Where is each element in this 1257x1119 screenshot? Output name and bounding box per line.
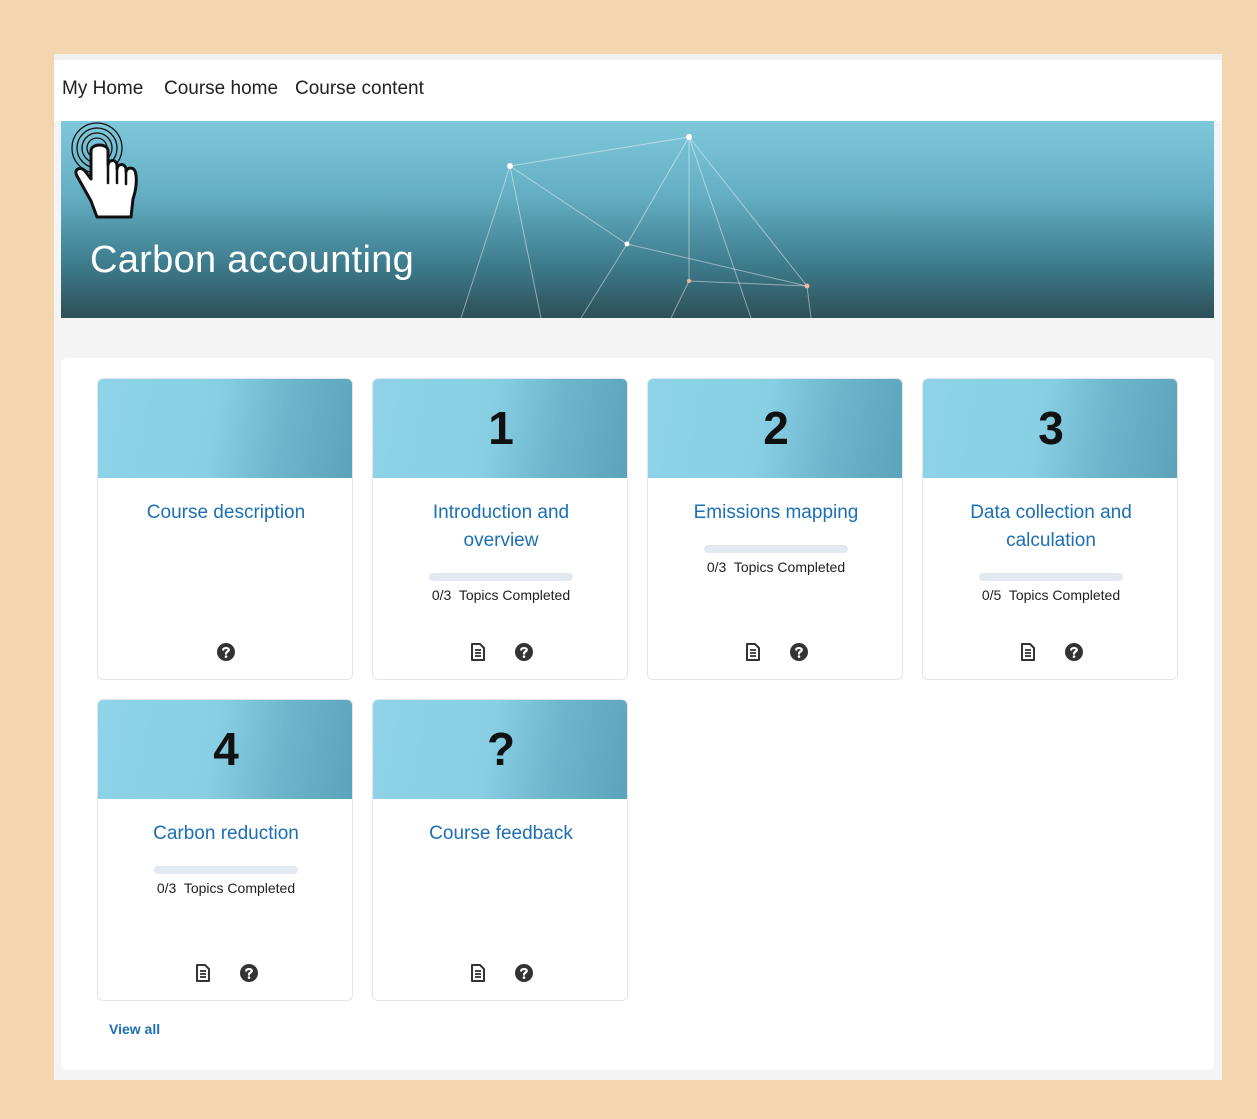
card-title-line[interactable]: calculation [943,527,1159,555]
help-icon[interactable] [1064,642,1084,662]
card-icon-row [373,963,627,985]
card-title-line[interactable]: Data collection and [943,499,1159,527]
card-image[interactable] [98,379,352,478]
card-image[interactable]: ? [373,700,627,799]
card-icon-row [923,642,1177,664]
card-title-link[interactable]: Course description [118,499,334,527]
card-icon-row [98,963,352,985]
module-card[interactable]: ? Course feedback [372,699,628,1001]
document-icon[interactable] [1018,642,1038,662]
progress-text: 0/3 Topics Completed [156,880,296,896]
card-title-link[interactable]: Data collection and calculation [943,499,1159,555]
nav-course-content[interactable]: Course content [295,78,424,100]
course-title: Carbon accounting [90,239,415,281]
course-banner: Carbon accounting [61,121,1214,318]
card-number: 2 [763,402,789,454]
module-card[interactable]: 2 Emissions mapping 0/3 Topics Completed [647,378,903,680]
card-image[interactable]: 2 [648,379,902,478]
card-title-link[interactable]: Introduction and overview [393,499,609,555]
app-frame: My Home Course home Course content Carbo… [54,54,1222,1080]
module-card[interactable]: Course description [97,378,353,680]
card-title-line[interactable]: Course feedback [393,820,609,848]
progress-text: 0/5 Topics Completed [981,587,1121,603]
help-icon[interactable] [514,642,534,662]
pointer-hand-icon [71,122,138,219]
card-image[interactable]: 1 [373,379,627,478]
card-title-link[interactable]: Course feedback [393,820,609,848]
content-panel: Course description 1 Introduction and overv… [61,358,1214,1070]
module-card[interactable]: 3 Data collection and calculation 0/5 Topic… [922,378,1178,680]
card-icon-row [98,642,352,664]
network-graphic [460,134,812,318]
document-icon[interactable] [468,642,488,662]
card-number: ? [486,723,516,775]
progress-bar [154,866,298,874]
help-icon[interactable] [239,963,259,983]
card-title-link[interactable]: Emissions mapping [668,499,884,527]
module-card[interactable]: 1 Introduction and overview 0/3 Topics Comp… [372,378,628,680]
view-all-link[interactable]: View all [109,1021,160,1037]
document-icon[interactable] [743,642,763,662]
card-title-line[interactable]: Carbon reduction [118,820,334,848]
document-icon[interactable] [468,963,488,983]
progress-text: 0/3 Topics Completed [706,559,846,575]
card-title-line[interactable]: Emissions mapping [668,499,884,527]
card-title-line[interactable]: Introduction and [393,499,609,527]
progress-bar [979,573,1123,581]
help-icon[interactable] [514,963,534,983]
module-card[interactable]: 4 Carbon reduction 0/3 Topics Completed [97,699,353,1001]
card-image[interactable]: 3 [923,379,1177,478]
card-icon-row [648,642,902,664]
card-title-link[interactable]: Carbon reduction [118,820,334,848]
progress-bar [429,573,573,581]
nav-course-home[interactable]: Course home [164,78,278,100]
top-navigation: My Home Course home Course content [54,60,1222,121]
progress-text: 0/3 Topics Completed [431,587,571,603]
card-number: 3 [1038,402,1064,454]
help-icon[interactable] [789,642,809,662]
card-number: 1 [488,402,514,454]
document-icon[interactable] [193,963,213,983]
card-title-line[interactable]: Course description [118,499,334,527]
card-number: 4 [213,723,239,775]
card-title-line[interactable]: overview [393,527,609,555]
help-icon[interactable] [216,642,236,662]
card-icon-row [373,642,627,664]
nav-my-home[interactable]: My Home [62,78,143,100]
progress-bar [704,545,848,553]
card-image[interactable]: 4 [98,700,352,799]
